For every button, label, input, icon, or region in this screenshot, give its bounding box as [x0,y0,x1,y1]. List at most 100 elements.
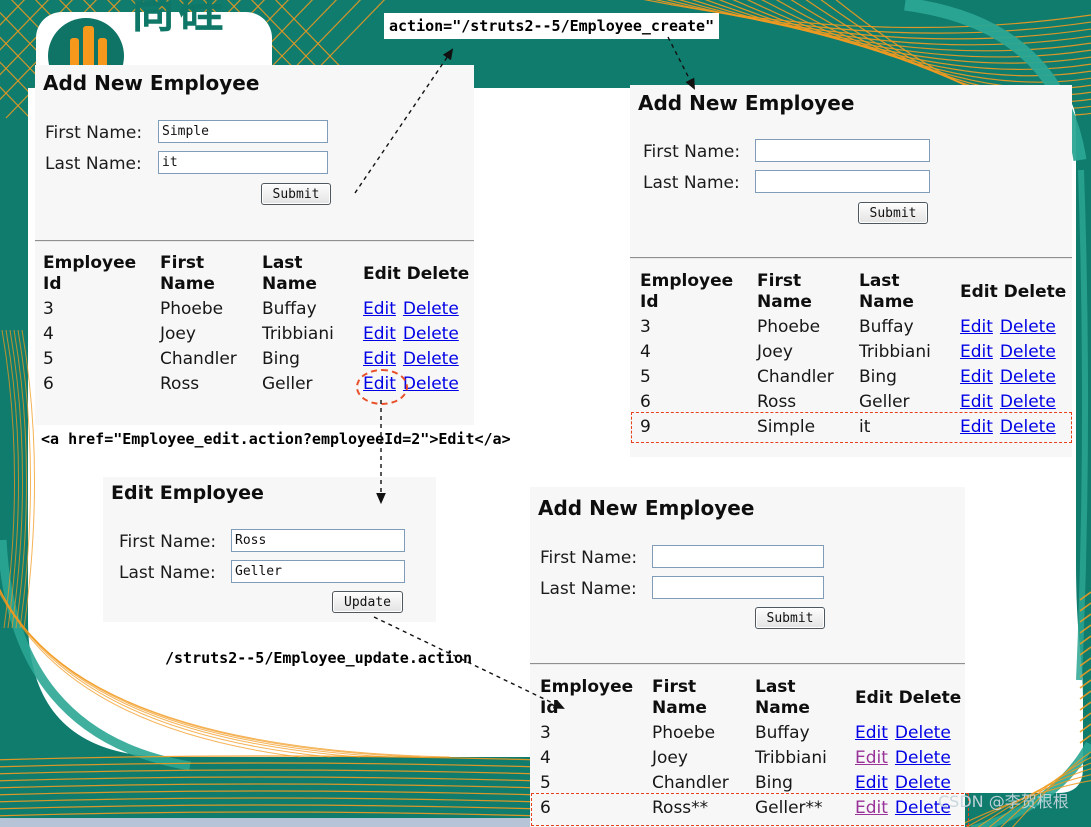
delete-link[interactable]: Delete [403,324,459,344]
submit-button[interactable]: Submit [858,202,928,224]
last-name-label: Last Name: [45,154,142,174]
first-cell: Chandler [160,349,237,369]
row-actions: Edit Delete [855,721,965,746]
delete-link[interactable]: Delete [1000,392,1056,412]
edit-link[interactable]: Edit [363,324,396,344]
panel-edit-employee: Edit Employee First Name: Last Name: Upd… [103,477,436,622]
delete-link[interactable]: Delete [403,349,459,369]
delete-link[interactable]: Delete [403,299,459,319]
delete-link[interactable]: Delete [895,748,951,768]
id-cell: 3 [43,299,54,319]
edit-link[interactable]: Edit [855,773,888,793]
row-actions: Edit Delete [363,322,474,347]
first-name-label: First Name: [540,548,638,568]
first-name-label: First Name: [119,532,217,552]
first-cell: Joey [160,324,196,344]
id-cell: 3 [640,317,651,337]
id-cell: 4 [540,748,551,768]
divider [35,240,474,242]
first-cell: Chandler [757,367,834,387]
column-header: Last Name [262,253,317,294]
column-header: First Name [652,677,707,718]
delete-link[interactable]: Delete [1000,342,1056,362]
edit-link[interactable]: Edit [363,299,396,319]
first-name-input[interactable] [652,545,824,568]
last-cell: Geller [262,374,313,394]
submit-button[interactable]: Submit [755,607,825,629]
page-title: Add New Employee [638,91,855,115]
panel-update-after: Add New Employee First Name: Last Name: … [530,487,965,827]
updated-row-highlight [531,793,969,826]
column-header: Last Name [859,271,914,312]
first-name-input[interactable] [158,120,328,143]
edit-link[interactable]: Edit [855,723,888,743]
column-header: Edit Delete [855,688,962,708]
first-name-input[interactable] [755,139,930,162]
first-cell: Ross [160,374,200,394]
watermark: CSDN @李贺根根 [938,792,1069,811]
first-name-label: First Name: [643,142,741,162]
slide: 尚硅谷 Add New Employee First Name: Last Na… [0,0,1091,827]
edit-link[interactable]: Edit [855,748,888,768]
last-name-input[interactable] [652,576,824,599]
edit-link-highlight-circle [356,369,408,405]
last-cell: Bing [859,367,897,387]
panel-create-before: Add New Employee First Name: Last Name: … [35,65,474,425]
last-cell: Tribbiani [262,324,334,344]
delete-link[interactable]: Delete [1000,367,1056,387]
first-cell: Phoebe [652,723,716,743]
last-cell: Buffay [755,723,810,743]
column-header: First Name [757,271,812,312]
delete-link[interactable]: Delete [1000,317,1056,337]
edit-link[interactable]: Edit [363,349,396,369]
last-cell: Buffay [859,317,914,337]
row-actions: Edit Delete [960,365,1072,390]
last-name-input[interactable] [755,170,930,193]
delete-link[interactable]: Delete [403,374,459,394]
column-header: Employee Id [43,253,137,294]
id-cell: 6 [43,374,54,394]
id-cell: 5 [43,349,54,369]
page-title: Add New Employee [43,71,260,95]
annotation-update-action: /struts2--5/Employee_update.action [165,649,473,667]
row-actions: Edit Delete [363,297,474,322]
divider [530,663,965,665]
column-header: Employee Id [540,677,634,718]
id-cell: 4 [43,324,54,344]
column-header: Employee Id [640,271,734,312]
annotation-edit-link-code: <a href="Employee_edit.action?employeeId… [36,426,516,452]
first-cell: Joey [757,342,793,362]
submit-button[interactable]: Submit [261,183,331,205]
last-cell: Buffay [262,299,317,319]
row-actions: Edit Delete [855,746,965,771]
last-cell: Tribbiani [755,748,827,768]
last-cell: Bing [262,349,300,369]
delete-link[interactable]: Delete [895,723,951,743]
last-name-label: Last Name: [540,579,637,599]
column-header: Last Name [755,677,810,718]
last-name-label: Last Name: [119,563,216,583]
first-cell: Joey [652,748,688,768]
column-header: Edit Delete [960,282,1067,302]
row-actions: Edit Delete [960,340,1072,365]
edit-link[interactable]: Edit [960,317,993,337]
column-header: First Name [160,253,215,294]
divider [630,257,1072,259]
id-cell: 3 [540,723,551,743]
annotation-create-action: action="/struts2--5/Employee_create" [384,13,720,39]
last-name-input[interactable] [231,560,405,583]
id-cell: 4 [640,342,651,362]
employee-table: Employee Id First Name Last Name Edit Delete 3 P… [43,251,474,397]
column-header: Edit Delete [363,264,470,284]
row-actions: Edit Delete [960,315,1072,340]
update-button[interactable]: Update [332,591,403,613]
first-cell: Phoebe [160,299,224,319]
last-name-label: Last Name: [643,173,740,193]
edit-link[interactable]: Edit [960,342,993,362]
first-name-input[interactable] [231,529,405,552]
edit-link[interactable]: Edit [960,367,993,387]
panel-create-after: Add New Employee First Name: Last Name: … [630,85,1072,457]
edit-link[interactable]: Edit [960,392,993,412]
page-title: Edit Employee [111,482,264,504]
last-name-input[interactable] [158,151,328,174]
